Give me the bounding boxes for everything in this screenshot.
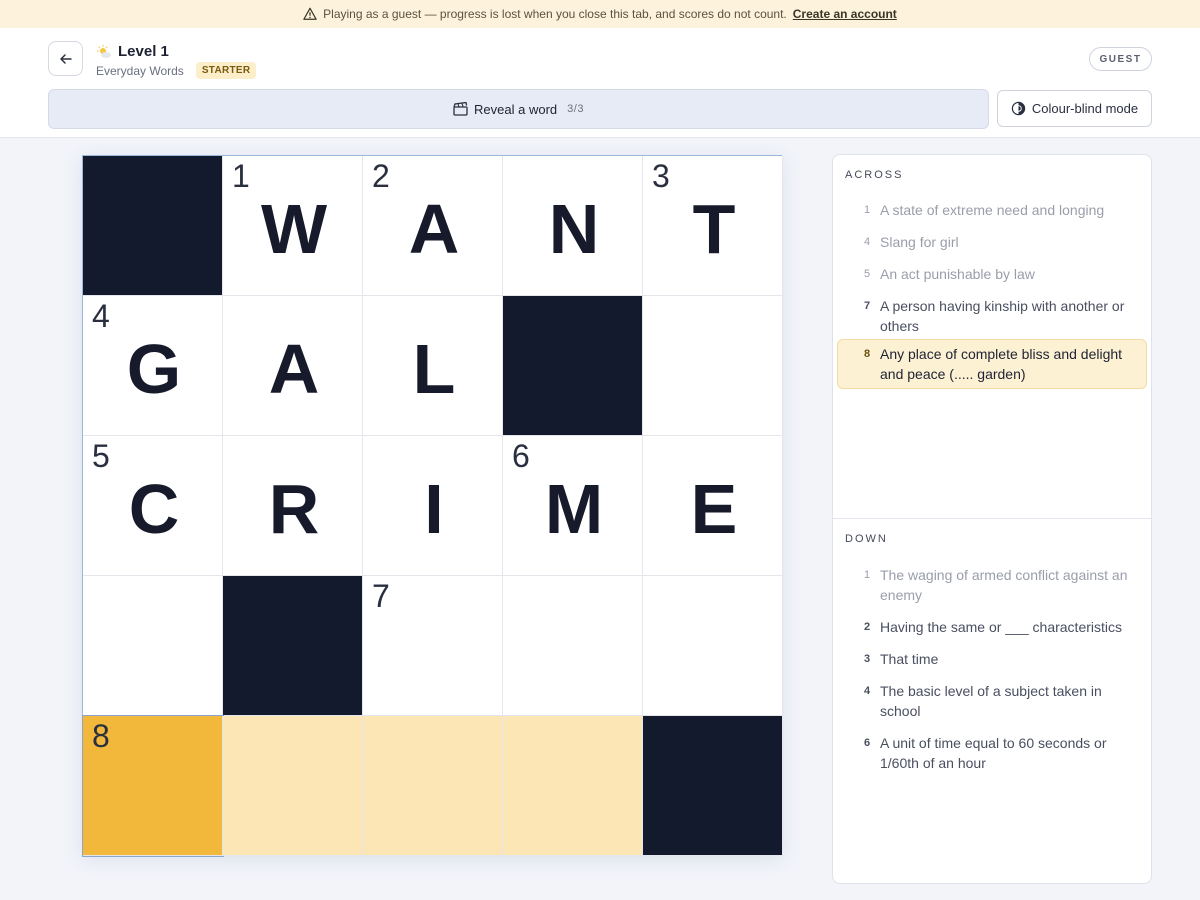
- reveal-count: 3/3: [567, 103, 584, 115]
- colour-blind-button[interactable]: Colour-blind mode: [997, 90, 1152, 127]
- level-title: Level 1: [118, 43, 169, 60]
- clue-number: 6: [864, 737, 871, 749]
- back-button[interactable]: [48, 41, 83, 76]
- crossword-grid: 1W2AN3T4GAL5CRI6ME78: [82, 155, 783, 857]
- clue-text: That time: [880, 651, 939, 667]
- grid-cell[interactable]: 6M: [503, 436, 643, 576]
- cell-number: 8: [92, 718, 110, 754]
- cell-letter: A: [268, 329, 320, 408]
- clue-number: 4: [864, 236, 871, 248]
- across-clue[interactable]: 1 A state of extreme need and longing: [837, 195, 1147, 225]
- guest-banner: Playing as a guest — progress is lost wh…: [0, 0, 1200, 28]
- down-clue[interactable]: 3 That time: [837, 644, 1147, 674]
- grid-cell-block: [223, 576, 363, 716]
- clue-divider: [833, 518, 1151, 519]
- down-clue[interactable]: 1 The waging of armed conflict against an…: [837, 560, 1147, 610]
- cell-letter: R: [268, 469, 320, 548]
- grid-cell-block: [83, 156, 223, 296]
- grid-cell-block: [643, 716, 783, 856]
- clue-text: Any place of complete bliss and delight …: [880, 346, 1123, 382]
- reveal-word-button[interactable]: Reveal a word 3/3: [48, 89, 989, 129]
- down-heading: DOWN: [845, 533, 888, 545]
- reveal-word-label: Reveal a word: [474, 101, 558, 117]
- clue-number: 5: [864, 268, 871, 280]
- grid-cell[interactable]: 4G: [83, 296, 223, 436]
- clue-number: 1: [864, 204, 871, 216]
- grid-cell[interactable]: [223, 716, 363, 856]
- clues-panel: ACROSS 1 A state of extreme need and long…: [832, 154, 1152, 884]
- grid-cell[interactable]: A: [223, 296, 363, 436]
- across-clue[interactable]: 4 Slang for girl: [837, 227, 1147, 257]
- cell-letter: N: [548, 189, 600, 268]
- grid-cell[interactable]: 5C: [83, 436, 223, 576]
- guest-badge: GUEST: [1089, 47, 1152, 71]
- grid-cell[interactable]: 2A: [363, 156, 503, 296]
- across-clue[interactable]: 5 An act punishable by law: [837, 259, 1147, 289]
- clue-number: 3: [864, 653, 871, 665]
- clue-text: A unit of time equal to 60 seconds or 1/…: [880, 735, 1107, 771]
- clue-number: 8: [864, 348, 871, 360]
- cell-letter: T: [692, 189, 736, 268]
- cell-letter: L: [412, 329, 456, 408]
- across-clue[interactable]: 8 Any place of complete bliss and delight…: [837, 339, 1147, 389]
- grid-cell[interactable]: 1W: [223, 156, 363, 296]
- cell-number: 7: [372, 578, 390, 614]
- clue-text: A person having kinship with another or …: [880, 298, 1125, 334]
- grid-cell[interactable]: 8: [82, 715, 224, 857]
- down-clue[interactable]: 2 Having the same or ___ characteristics: [837, 612, 1147, 642]
- cell-letter: E: [690, 469, 738, 548]
- create-account-link[interactable]: Create an account: [793, 7, 897, 21]
- level-subtitle: Everyday Words STARTER: [96, 62, 257, 79]
- grid-cell-block: [503, 296, 643, 436]
- clue-text: Slang for girl: [880, 234, 959, 250]
- grid-cell[interactable]: 3T: [643, 156, 783, 296]
- grid-cell[interactable]: N: [503, 156, 643, 296]
- grid-cell[interactable]: 7: [363, 576, 503, 716]
- clue-text: The basic level of a subject taken in sc…: [880, 683, 1102, 719]
- clue-number: 1: [864, 569, 871, 581]
- grid-cell[interactable]: [363, 716, 503, 856]
- contrast-icon: [1011, 101, 1026, 116]
- grid-cell[interactable]: [503, 576, 643, 716]
- down-clue[interactable]: 6 A unit of time equal to 60 seconds or 1…: [837, 728, 1147, 778]
- cell-letter: M: [544, 469, 604, 548]
- top-bar: Level 1 Everyday Words STARTER GUEST Rev…: [0, 28, 1200, 138]
- cell-letter: G: [126, 329, 182, 408]
- clue-number: 4: [864, 685, 871, 697]
- clue-text: A state of extreme need and longing: [880, 202, 1105, 218]
- clue-number: 7: [864, 300, 871, 312]
- grid-cell[interactable]: I: [363, 436, 503, 576]
- category-label: Everyday Words: [96, 63, 184, 78]
- grid-cell[interactable]: [503, 716, 643, 856]
- across-clue[interactable]: 7 A person having kinship with another or…: [837, 291, 1147, 341]
- cell-letter: W: [260, 189, 328, 268]
- grid-cell[interactable]: E: [643, 436, 783, 576]
- clapperboard-icon: [453, 102, 468, 116]
- cell-letter: I: [424, 469, 444, 548]
- sun-cloud-icon: [97, 44, 111, 58]
- clue-text: Having the same or ___ characteristics: [880, 619, 1122, 635]
- grid-cell[interactable]: L: [363, 296, 503, 436]
- grid-cell[interactable]: [643, 576, 783, 716]
- level-header: Level 1: [96, 43, 169, 60]
- grid-cell[interactable]: [643, 296, 783, 436]
- warning-icon: [303, 7, 317, 20]
- difficulty-badge: STARTER: [195, 62, 257, 79]
- clue-text: The waging of armed conflict against an …: [880, 567, 1128, 603]
- down-clue[interactable]: 4 The basic level of a subject taken in s…: [837, 676, 1147, 726]
- cell-letter: C: [128, 469, 180, 548]
- cell-letter: A: [408, 189, 460, 268]
- grid-cell[interactable]: [83, 576, 223, 716]
- across-heading: ACROSS: [845, 169, 904, 181]
- grid-cell[interactable]: R: [223, 436, 363, 576]
- arrow-left-icon: [59, 53, 72, 64]
- clue-number: 2: [864, 621, 871, 633]
- colour-blind-label: Colour-blind mode: [1031, 101, 1139, 116]
- clue-text: An act punishable by law: [880, 266, 1035, 282]
- banner-message: Playing as a guest — progress is lost wh…: [323, 7, 787, 21]
